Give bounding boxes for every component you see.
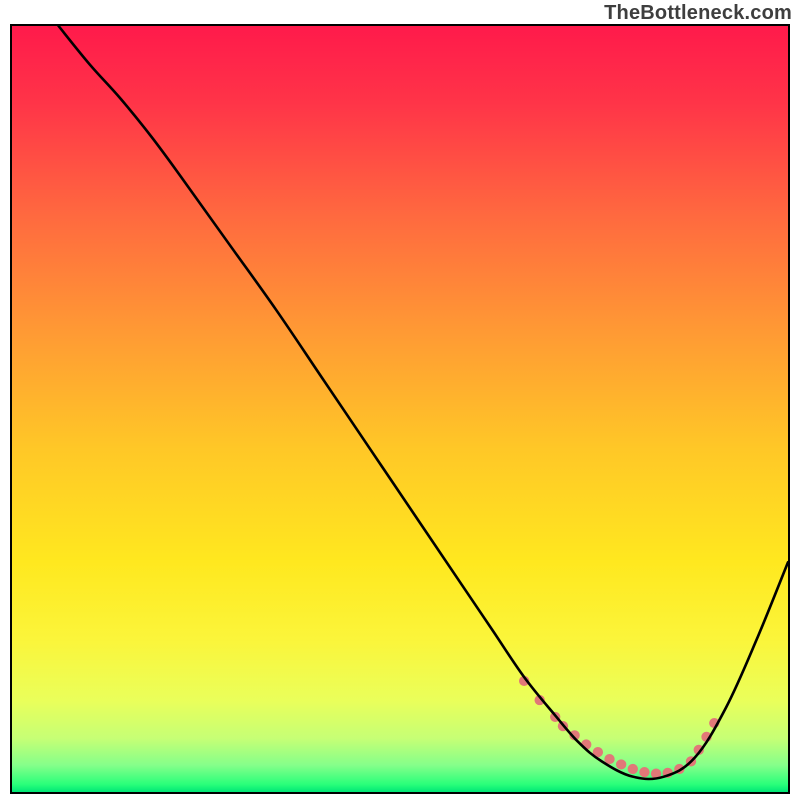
- plot-area: [10, 24, 790, 794]
- marker-dot: [628, 764, 638, 774]
- chart-container: TheBottleneck.com: [0, 0, 800, 800]
- watermark-text: TheBottleneck.com: [604, 2, 792, 25]
- chart-svg: [12, 26, 788, 792]
- bottleneck-curve: [59, 26, 788, 779]
- marker-dot: [616, 759, 626, 769]
- marker-dot: [639, 767, 649, 777]
